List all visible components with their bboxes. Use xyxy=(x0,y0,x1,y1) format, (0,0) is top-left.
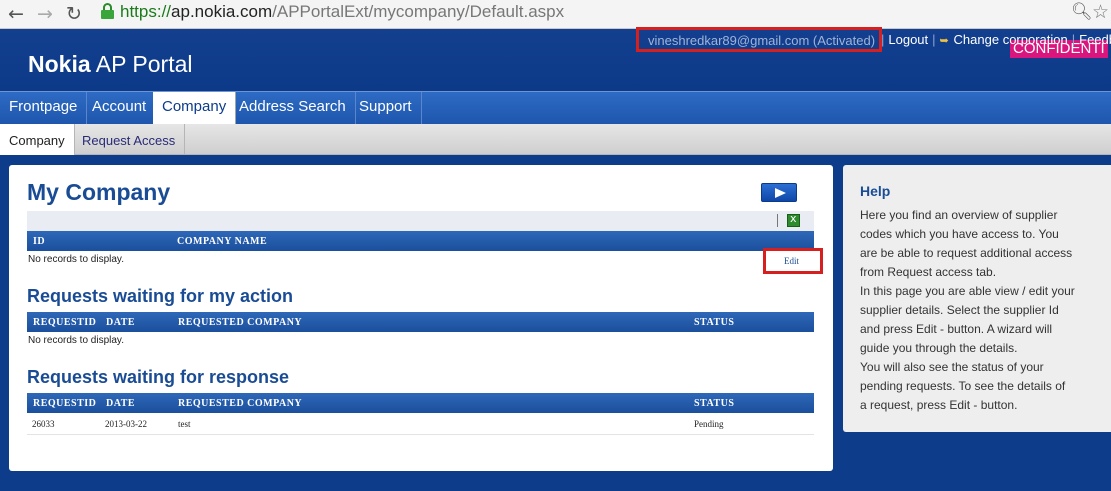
bookmark-star-icon[interactable]: ☆ xyxy=(1092,1,1109,23)
column-header-date[interactable]: DATE xyxy=(106,393,135,413)
forward-arrow-icon[interactable]: → xyxy=(37,3,53,25)
column-header-date[interactable]: DATE xyxy=(106,312,135,332)
column-header-requestid[interactable]: REQUESTID xyxy=(33,393,96,413)
help-text-line: You will also see the status of your xyxy=(860,360,1044,374)
cell-status: Pending xyxy=(694,419,724,429)
site-logo[interactable]: Nokia AP Portal xyxy=(28,51,193,78)
main-nav: Frontpage Account Company Address Search… xyxy=(0,91,1111,124)
tab-support[interactable]: Support xyxy=(350,92,422,124)
grid-toolbar xyxy=(27,211,814,231)
tab-account[interactable]: Account xyxy=(83,92,157,124)
help-title: Help xyxy=(860,183,891,199)
help-text-line: In this page you are able view / edit yo… xyxy=(860,284,1075,298)
column-header-requested-company[interactable]: REQUESTED COMPANY xyxy=(178,312,302,332)
url-path: /APPortalExt/mycompany/Default.aspx xyxy=(272,2,565,21)
user-account-label: vineshredkar89@gmail.com (Activated) xyxy=(648,33,876,48)
help-text-line: guide you through the details. xyxy=(860,341,1018,355)
edit-link[interactable]: Edit xyxy=(784,256,799,266)
section-title-waiting-response: Requests waiting for response xyxy=(27,367,290,387)
toolbar-divider xyxy=(777,214,778,227)
empty-message: No records to display. xyxy=(28,254,124,265)
help-text-line: a request, press Edit - button. xyxy=(860,398,1018,412)
cell-date: 2013-03-22 xyxy=(105,419,147,429)
action-table-header: REQUESTID DATE REQUESTED COMPANY STATUS xyxy=(27,312,814,332)
cell-requested-company: test xyxy=(178,419,191,429)
zoom-icon[interactable]: 🔍︎ xyxy=(1071,2,1093,22)
cell-requestid: 26033 xyxy=(32,419,55,429)
back-arrow-icon[interactable]: ← xyxy=(8,3,24,25)
browser-toolbar: ← → ↻ https://ap.nokia.com/APPortalExt/m… xyxy=(0,0,1111,29)
help-text-line: codes which you have access to. You xyxy=(860,227,1059,241)
help-text-line: and press Edit - button. A wizard will xyxy=(860,322,1053,336)
section-title-my-action: Requests waiting for my action xyxy=(27,286,294,306)
export-excel-icon[interactable] xyxy=(787,212,800,227)
play-video-button[interactable] xyxy=(761,183,797,202)
column-header-status[interactable]: STATUS xyxy=(694,312,734,332)
change-corporation-link[interactable]: Change corporation xyxy=(954,32,1068,47)
column-header-requestid[interactable]: REQUESTID xyxy=(33,312,96,332)
response-table-header: REQUESTID DATE REQUESTED COMPANY STATUS xyxy=(27,393,814,413)
help-text-line: supplier details. Select the supplier Id xyxy=(860,303,1059,317)
reload-icon[interactable]: ↻ xyxy=(66,3,82,25)
help-panel: Help Here you find an overview of suppli… xyxy=(843,165,1111,432)
logout-link[interactable]: Logout xyxy=(888,32,928,47)
column-header-id[interactable]: ID xyxy=(33,231,45,251)
change-corporation-icon: ➥ xyxy=(939,35,949,47)
content-panel: My Company ID COMPANY NAME No records to… xyxy=(9,165,833,471)
company-table-header: ID COMPANY NAME xyxy=(27,231,814,251)
header-links: |Logout|➥Change corporation|Feedb xyxy=(877,32,1111,47)
table-row[interactable]: 26033 2013-03-22 test Pending xyxy=(27,415,814,435)
sub-nav: Company Request Access xyxy=(0,124,1111,155)
lock-icon xyxy=(101,3,114,19)
address-bar[interactable]: https://ap.nokia.com/APPortalExt/mycompa… xyxy=(120,2,564,22)
subtab-request-access[interactable]: Request Access xyxy=(73,124,186,155)
help-text-line: pending requests. To see the details of xyxy=(860,379,1066,393)
column-header-requested-company[interactable]: REQUESTED COMPANY xyxy=(178,393,302,413)
subtab-company[interactable]: Company xyxy=(0,124,75,155)
tab-address-search[interactable]: Address Search xyxy=(230,92,356,124)
help-text-line: are be able to request additional access xyxy=(860,246,1073,260)
column-header-status[interactable]: STATUS xyxy=(694,393,734,413)
help-text-line: from Request access tab. xyxy=(860,265,997,279)
feedback-link[interactable]: Feedb xyxy=(1079,32,1111,47)
url-host: ap.nokia.com xyxy=(171,2,273,21)
empty-message: No records to display. xyxy=(28,335,124,346)
tab-company[interactable]: Company xyxy=(153,92,237,124)
url-scheme: https:// xyxy=(120,2,172,21)
help-text-line: Here you find an overview of supplier xyxy=(860,208,1058,222)
page-title: My Company xyxy=(27,179,171,205)
tab-frontpage[interactable]: Frontpage xyxy=(0,92,88,124)
column-header-company-name[interactable]: COMPANY NAME xyxy=(177,231,267,251)
